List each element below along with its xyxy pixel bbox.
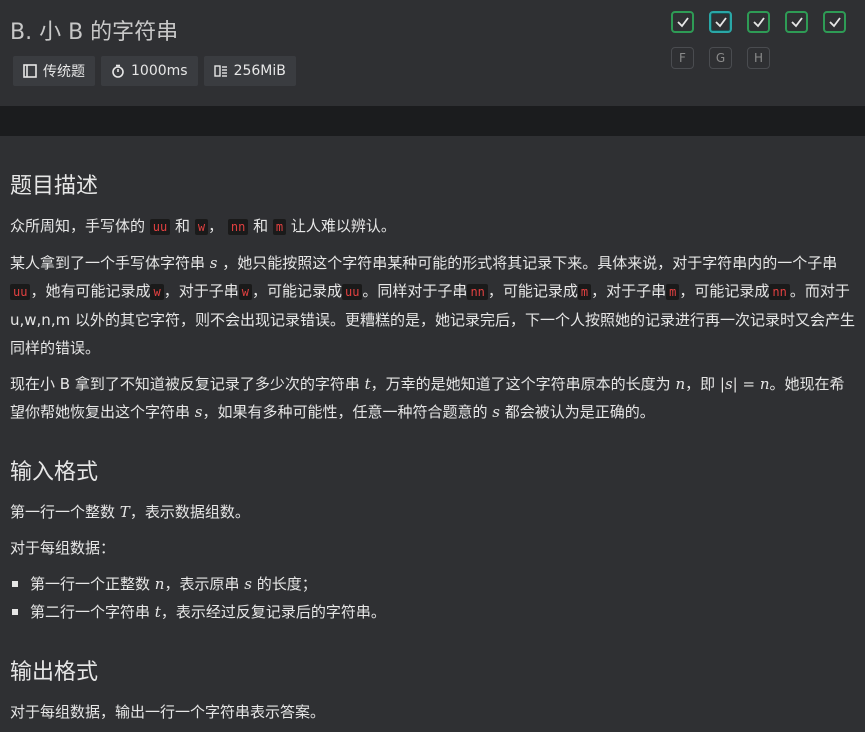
problem-status-grid: F G H [671,11,846,69]
memory-icon [213,65,227,77]
text: 某人拿到了一个手写体字符串 [10,254,206,272]
inline-code: w [194,219,209,235]
inline-code: uu [10,284,31,300]
description-paragraph-2: 某人拿到了一个手写体字符串 s ，她只能按照这个字符串某种可能的形式将其记录下来… [10,249,855,362]
math-var: s [194,403,203,421]
section-title-input: 输入格式 [10,460,99,485]
text: ，对于子串 [591,282,667,300]
inline-code: m [577,284,592,300]
text: 第一行一个正整数 [30,575,151,593]
math-var: n [675,375,686,393]
type-tag: 传统题 [13,56,95,86]
problem-status-a[interactable] [671,11,694,33]
problem-title: B. 小 B 的字符串 [10,20,179,45]
text: ，表示数据组数。 [129,503,250,521]
problem-status-e[interactable] [823,11,846,33]
text: ，可能记录成 [487,282,578,300]
text: 。同样对于子串 [362,282,468,300]
check-icon [790,17,803,28]
inline-code: m [272,219,287,235]
header-divider-band [0,106,865,136]
check-icon [752,17,765,28]
problem-meta: 传统题 1000ms 256MiB [13,56,296,86]
text: ，表示经过反复记录后的字符串。 [160,603,386,621]
math-var: s [244,575,252,593]
input-paragraph-2: 对于每组数据： [10,539,116,557]
type-label: 传统题 [43,64,85,80]
text: ，可能记录成 [679,282,770,300]
text: 第一行一个整数 [10,503,116,521]
text: ，可能记录成 [251,282,342,300]
text: 现在小 B 拿到了不知道被反复记录了多少次的字符串 [10,375,360,393]
inline-code: m [666,284,680,300]
problem-status-d[interactable] [785,11,808,33]
output-paragraph-1: 对于每组数据，输出一行一个字符串表示答案。 [10,703,326,721]
check-icon [714,17,727,28]
check-icon [676,17,689,28]
inline-code: nn [467,284,488,300]
check-icon [828,17,841,28]
text: ，如果有多种可能性，任意一种符合题意的 [202,403,488,421]
text: ，即 [685,375,716,393]
problem-header: B. 小 B 的字符串 传统题 1000ms 256MiB F G H [0,0,865,106]
text: 第二行一个字符串 [30,603,151,621]
book-icon [23,64,37,78]
problem-link-g[interactable]: G [709,47,732,69]
text: ，表示原串 [164,575,240,593]
text: 的长度； [256,575,317,593]
inline-code: nn [227,219,249,235]
inline-code: w [150,284,164,300]
section-title-description: 题目描述 [10,174,99,199]
time-limit-label: 1000ms [131,63,188,79]
math-var: s [209,254,218,272]
timer-icon [112,64,124,78]
text: ， [208,217,224,235]
text: 和 [175,217,191,235]
text: 众所周知，手写体的 [10,217,146,235]
inline-code: nn [769,284,790,300]
problem-link-h[interactable]: H [747,47,770,69]
text: ，万幸的是她知道了这个字符串原本的长度为 [370,375,671,393]
text: 都会被认为是正确的。 [504,403,655,421]
list-item: 第二行一个字符串 t，表示经过反复记录后的字符串。 [10,598,855,626]
problem-link-f[interactable]: F [671,47,694,69]
problem-status-b[interactable] [709,11,732,33]
memory-limit-label: 256MiB [233,63,286,79]
problem-status-c[interactable] [747,11,770,33]
text: ，她有可能记录成 [30,282,151,300]
math-var: T [119,503,130,521]
list-item: 第一行一个正整数 n，表示原串 s 的长度； [10,570,855,598]
description-paragraph-3: 现在小 B 拿到了不知道被反复记录了多少次的字符串 t，万幸的是她知道了这个字符… [10,370,855,426]
section-title-output: 输出格式 [10,660,99,685]
description-paragraph-1: 众所周知，手写体的 uu 和 w， nn 和 m 让人难以辨认。 [10,212,855,241]
input-list: 第一行一个正整数 n，表示原串 s 的长度； 第二行一个字符串 t，表示经过反复… [10,570,855,626]
text: 和 [253,217,269,235]
time-limit-tag: 1000ms [101,56,198,86]
inline-code: uu [341,284,363,300]
math-equation: |s| = n [719,375,770,393]
text: ，对于子串 [163,282,239,300]
input-paragraph-1: 第一行一个整数 T，表示数据组数。 [10,498,855,526]
math-var: s [492,403,500,421]
problem-content: 题目描述 众所周知，手写体的 uu 和 w， nn 和 m 让人难以辨认。 某人… [0,168,865,726]
text: ，她只能按照这个字符串某种可能的形式将其记录下来。具体来说，对于字符串内的一个子… [222,254,838,272]
text: 让人难以辨认。 [290,217,396,235]
inline-code: uu [149,219,171,235]
memory-limit-tag: 256MiB [203,56,296,86]
inline-code: w [238,284,252,300]
